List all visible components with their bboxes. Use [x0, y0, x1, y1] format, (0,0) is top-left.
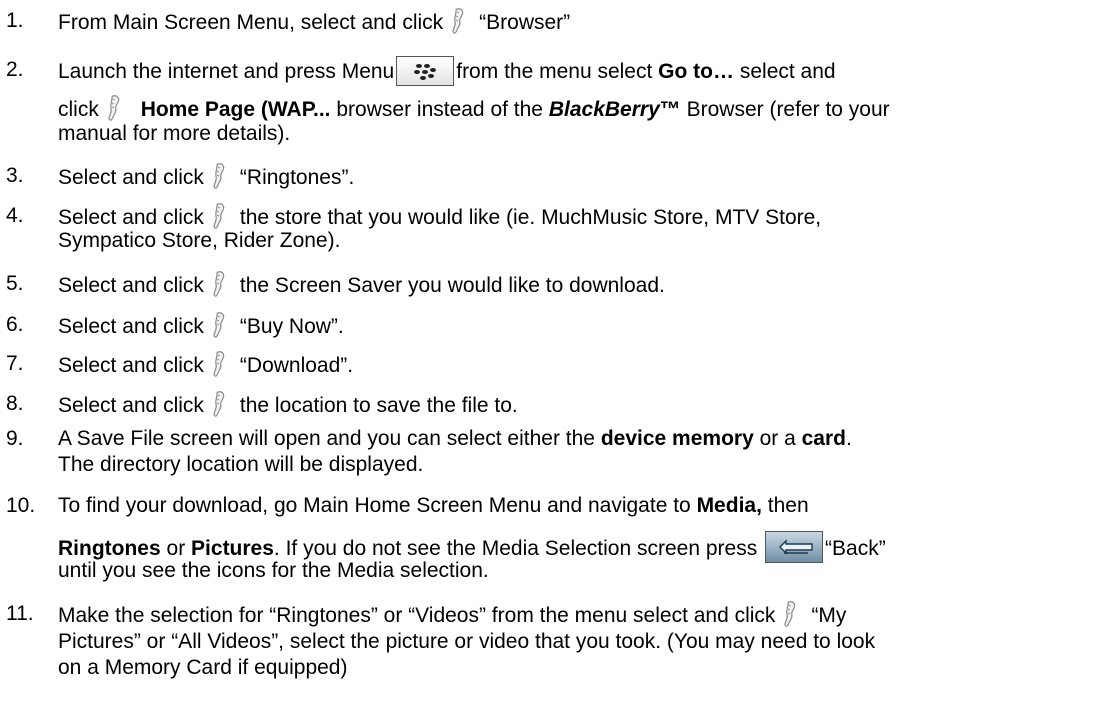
trackwheel-click-icon [208, 350, 234, 378]
trackwheel-click-icon [103, 94, 129, 122]
trackwheel-click-icon [208, 202, 234, 230]
blackberry-brand: BlackBerry [548, 98, 660, 121]
step-number: 4. [6, 204, 24, 227]
trackwheel-click-icon [208, 390, 234, 418]
step-number: 5. [6, 272, 24, 295]
instruction-document: 1. From Main Screen Menu, select and cli… [6, 7, 890, 679]
step-text: Launch the internet and press Menu [58, 60, 395, 83]
step-number: 6. [6, 313, 24, 336]
card-label: card [801, 427, 846, 450]
go-to-label: Go to… [658, 60, 734, 83]
trackwheel-click-icon [208, 311, 234, 339]
device-memory-label: device memory [600, 427, 754, 450]
step-number: 3. [6, 164, 24, 187]
step-number: 11. [6, 602, 34, 625]
trackwheel-click-icon [779, 600, 805, 628]
step-number: 7. [6, 352, 24, 375]
home-page-label: Home Page (WAP... [140, 98, 331, 121]
trackwheel-click-icon [208, 270, 234, 298]
step-text: From Main Screen Menu, select and click [58, 11, 444, 34]
step-number: 1. [6, 9, 24, 32]
trackwheel-click-icon [447, 7, 473, 35]
step-number: 2. [6, 58, 24, 81]
trackwheel-click-icon [208, 162, 234, 190]
step-number: 8. [6, 392, 24, 415]
step-number: 9. [6, 427, 24, 450]
blackberry-menu-key-icon [396, 56, 455, 86]
step-text-after: “Browser” [479, 11, 571, 34]
step-number: 10. [6, 494, 36, 517]
media-label: Media, [696, 494, 762, 517]
